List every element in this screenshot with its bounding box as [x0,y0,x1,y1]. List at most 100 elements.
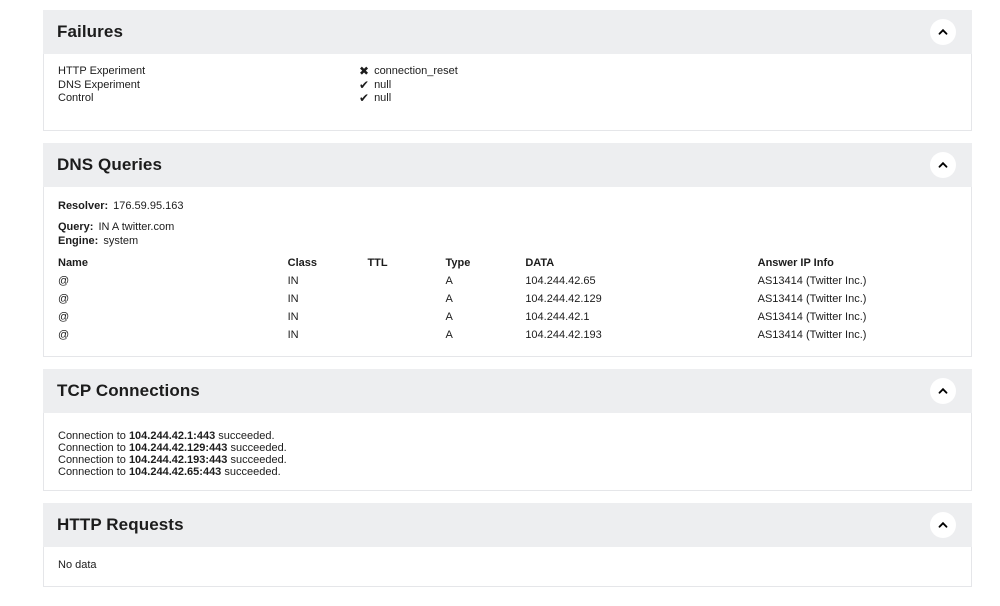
no-data-text: No data [58,559,97,571]
column-header-data: DATA [525,254,757,272]
tcp-connections-header: TCP Connections [43,369,972,413]
cell-class: IN [288,290,368,308]
tcp-connection-line: Connection to 104.244.42.193:443 succeed… [58,454,955,466]
dns-queries-body: Resolver: 176.59.95.163 Query: IN A twitte… [43,187,972,358]
failures-collapse-button[interactable] [930,19,956,45]
dns-queries-title: DNS Queries [57,155,162,175]
failure-row: Control ✔ null [58,92,955,106]
cell-type: A [445,308,525,326]
column-header-answer-ip-info: Answer IP Info [758,254,955,272]
tcp-connection-line: Connection to 104.244.42.1:443 succeeded… [58,430,955,442]
failure-label: HTTP Experiment [58,65,359,79]
dns-table-header-row: Name Class TTL Type DATA Answer IP Info [58,254,955,272]
cell-answer-ip-info: AS13414 (Twitter Inc.) [758,308,955,326]
failure-value-text: null [374,92,391,106]
query-value: IN A twitter.com [98,221,174,233]
table-row: @ IN A 104.244.42.1 AS13414 (Twitter Inc… [58,308,955,326]
failure-value: ✔ null [359,79,391,93]
failures-header: Failures [43,10,972,54]
failures-title: Failures [57,22,123,42]
column-header-name: Name [58,254,288,272]
failure-row: HTTP Experiment ✖ connection_reset [58,65,955,79]
http-requests-body: No data [43,547,972,587]
resolver-value: 176.59.95.163 [113,200,183,212]
check-icon: ✔ [359,92,369,106]
cell-data: 104.244.42.65 [525,272,757,290]
cell-answer-ip-info: AS13414 (Twitter Inc.) [758,290,955,308]
failure-value-text: connection_reset [374,65,458,79]
tcp-prefix: Connection to [58,442,129,454]
cell-name: @ [58,326,288,344]
resolver-label: Resolver: [58,200,108,212]
tcp-suffix: succeeded. [227,442,286,454]
measurement-details-page: Failures HTTP Experiment ✖ connection_re… [0,0,1000,606]
cell-answer-ip-info: AS13414 (Twitter Inc.) [758,326,955,344]
column-header-ttl: TTL [367,254,445,272]
failure-value: ✔ null [359,92,391,106]
tcp-connections-collapse-button[interactable] [930,378,956,404]
tcp-endpoint: 104.244.42.129:443 [129,442,227,454]
cell-ttl [367,308,445,326]
dns-answers-table: Name Class TTL Type DATA Answer IP Info … [58,254,955,344]
cell-name: @ [58,272,288,290]
cell-type: A [445,272,525,290]
cell-answer-ip-info: AS13414 (Twitter Inc.) [758,272,955,290]
failure-label: Control [58,92,359,106]
tcp-connection-line: Connection to 104.244.42.129:443 succeed… [58,442,955,454]
tcp-suffix: succeeded. [221,466,280,478]
cell-class: IN [288,308,368,326]
chevron-up-icon [936,158,950,172]
dns-queries-collapse-button[interactable] [930,152,956,178]
cell-name: @ [58,290,288,308]
cell-ttl [367,272,445,290]
tcp-endpoint: 104.244.42.193:443 [129,454,227,466]
section-http-requests: HTTP Requests No data [43,503,972,587]
section-tcp-connections: TCP Connections Connection to 104.244.42… [43,369,972,491]
chevron-up-icon [936,384,950,398]
cross-icon: ✖ [359,65,369,79]
tcp-connections-title: TCP Connections [57,381,200,401]
query-label: Query: [58,221,93,233]
http-requests-title: HTTP Requests [57,515,184,535]
cell-ttl [367,290,445,308]
engine-label: Engine: [58,235,98,247]
table-row: @ IN A 104.244.42.193 AS13414 (Twitter I… [58,326,955,344]
tcp-prefix: Connection to [58,454,129,466]
dns-resolver-line: Resolver: 176.59.95.163 [58,200,955,214]
cell-ttl [367,326,445,344]
tcp-connections-body: Connection to 104.244.42.1:443 succeeded… [43,413,972,491]
cell-class: IN [288,326,368,344]
dns-engine-line: Engine: system [58,235,955,249]
cell-type: A [445,290,525,308]
table-row: @ IN A 104.244.42.65 AS13414 (Twitter In… [58,272,955,290]
cell-name: @ [58,308,288,326]
cell-data: 104.244.42.129 [525,290,757,308]
http-requests-header: HTTP Requests [43,503,972,547]
dns-query-line: Query: IN A twitter.com [58,221,955,235]
table-row: @ IN A 104.244.42.129 AS13414 (Twitter I… [58,290,955,308]
column-header-class: Class [288,254,368,272]
tcp-prefix: Connection to [58,430,129,442]
cell-data: 104.244.42.1 [525,308,757,326]
engine-value: system [103,235,138,247]
section-dns-queries: DNS Queries Resolver: 176.59.95.163 Query… [43,143,972,358]
cell-class: IN [288,272,368,290]
chevron-up-icon [936,518,950,532]
section-failures: Failures HTTP Experiment ✖ connection_re… [43,10,972,131]
tcp-suffix: succeeded. [215,430,274,442]
failure-value: ✖ connection_reset [359,65,458,79]
failure-label: DNS Experiment [58,79,359,93]
tcp-endpoint: 104.244.42.65:443 [129,466,221,478]
tcp-suffix: succeeded. [227,454,286,466]
tcp-prefix: Connection to [58,466,129,478]
tcp-connection-line: Connection to 104.244.42.65:443 succeede… [58,466,955,478]
failure-row: DNS Experiment ✔ null [58,79,955,93]
failure-value-text: null [374,79,391,93]
http-requests-collapse-button[interactable] [930,512,956,538]
cell-data: 104.244.42.193 [525,326,757,344]
failures-body: HTTP Experiment ✖ connection_reset DNS E… [43,54,972,131]
column-header-type: Type [445,254,525,272]
check-icon: ✔ [359,79,369,93]
dns-queries-header: DNS Queries [43,143,972,187]
chevron-up-icon [936,25,950,39]
